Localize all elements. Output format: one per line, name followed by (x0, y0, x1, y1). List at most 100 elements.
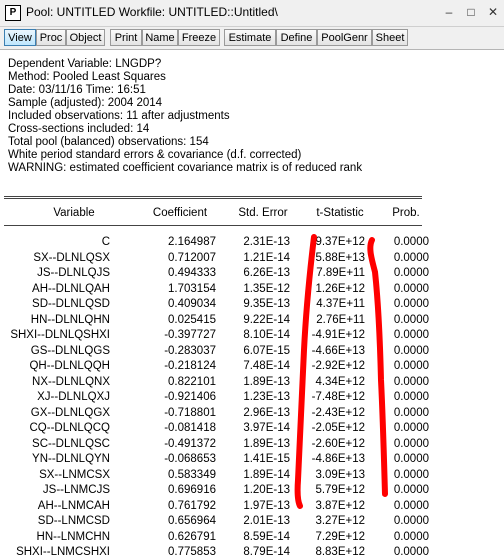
total-pool-line: Total pool (balanced) observations: 154 (8, 136, 209, 148)
t-statistic-cell: 3.27E+12 (315, 515, 365, 527)
minimize-button[interactable]: – (440, 4, 458, 20)
t-statistic-cell: -2.60E+12 (311, 437, 365, 450)
estimation-output[interactable]: Dependent Variable: LNGDP? Method: Poole… (0, 50, 504, 558)
col-header-prob: Prob. (392, 207, 420, 219)
std-error-cell: 2.31E-13 (243, 236, 290, 248)
prob-cell: 0.0000 (393, 313, 429, 326)
t-statistic-cell: -2.43E+12 (311, 406, 365, 419)
prob-cell: 0.0000 (393, 282, 429, 295)
name-button[interactable]: Name (142, 29, 178, 46)
std-error-cell: 2.01E-13 (243, 515, 290, 527)
print-button[interactable]: Print (110, 29, 142, 46)
std-error-cell: 8.79E-14 (243, 546, 290, 558)
coefficient-cell: 0.775853 (168, 546, 216, 558)
std-error-cell: 9.22E-14 (243, 313, 290, 326)
prob-cell: 0.0000 (393, 251, 429, 264)
prob-cell: 0.0000 (393, 422, 429, 434)
coefficient-cell: 0.712007 (168, 251, 216, 264)
coefficient-cell: -0.218124 (164, 360, 216, 372)
variable-cell: XJ--DLNLQXJ (37, 391, 110, 403)
t-statistic-cell: 7.29E+12 (315, 530, 365, 543)
t-statistic-cell: 5.79E+12 (315, 484, 365, 496)
freeze-button[interactable]: Freeze (178, 29, 220, 46)
included-observations-line: Included observations: 11 after adjustme… (8, 110, 230, 122)
std-error-cell: 1.89E-13 (243, 375, 290, 388)
std-error-cell: 1.41E-15 (243, 453, 290, 465)
proc-button[interactable]: Proc (36, 29, 66, 46)
prob-cell: 0.0000 (393, 484, 429, 496)
maximize-button[interactable]: □ (462, 4, 480, 20)
std-error-cell: 1.20E-13 (243, 484, 290, 496)
variable-cell: HN--LNMCHN (36, 530, 110, 543)
std-error-cell: 1.89E-14 (243, 468, 290, 481)
t-statistic-cell: -4.91E+12 (311, 329, 365, 341)
t-statistic-cell: -2.92E+12 (311, 360, 365, 372)
coefficient-cell: 0.696916 (168, 484, 216, 496)
estimate-button[interactable]: Estimate (224, 29, 276, 46)
t-statistic-cell: 3.87E+12 (315, 499, 365, 512)
table-header-rule (4, 225, 422, 226)
table-top-rule (4, 196, 422, 197)
col-header-variable: Variable (53, 207, 95, 219)
variable-cell: SX--DLNLQSX (33, 251, 110, 264)
prob-cell: 0.0000 (393, 499, 429, 512)
t-statistic-cell: -7.48E+12 (311, 391, 365, 403)
t-statistic-cell: 4.37E+11 (316, 298, 365, 310)
t-statistic-cell: 1.26E+12 (315, 282, 365, 295)
variable-cell: AH--LNMCAH (37, 499, 110, 512)
t-statistic-cell: -2.05E+12 (311, 422, 365, 434)
prob-cell: 0.0000 (393, 360, 429, 372)
prob-cell: 0.0000 (393, 468, 429, 481)
std-error-cell: 1.23E-13 (243, 391, 290, 403)
std-error-cell: 1.97E-13 (243, 499, 290, 512)
window-title-bar[interactable]: P Pool: UNTITLED Workfile: UNTITLED::Unt… (0, 0, 504, 27)
red-marker-stroke-right (367, 237, 388, 497)
coefficient-cell: -0.718801 (164, 406, 216, 419)
dependent-variable-line: Dependent Variable: LNGDP? (8, 58, 162, 70)
variable-cell: SX--LNMCSX (39, 468, 110, 481)
prob-cell: 0.0000 (393, 267, 429, 279)
coefficient-cell: 2.164987 (168, 236, 216, 248)
coefficient-cell: -0.068653 (164, 453, 216, 465)
prob-cell: 0.0000 (393, 437, 429, 450)
standard-errors-line: White period standard errors & covarianc… (8, 149, 302, 161)
sheet-button[interactable]: Sheet (372, 29, 408, 46)
t-statistic-cell: 7.89E+11 (316, 267, 365, 279)
view-button[interactable]: View (4, 29, 36, 46)
t-statistic-cell: 8.83E+12 (315, 546, 365, 558)
coefficient-cell: 0.583349 (168, 468, 216, 481)
close-button[interactable]: ✕ (484, 4, 502, 20)
object-button[interactable]: Object (66, 29, 105, 46)
warning-line: WARNING: estimated coefficient covarianc… (8, 162, 363, 174)
variable-cell: JS--DLNLQJS (37, 267, 110, 279)
variable-cell: SHXI--DLNLQSHXI (10, 329, 110, 341)
prob-cell: 0.0000 (393, 329, 429, 341)
coefficient-cell: -0.921406 (164, 391, 216, 403)
t-statistic-cell: 3.09E+13 (315, 468, 365, 481)
std-error-cell: 8.59E-14 (243, 530, 290, 543)
define-button[interactable]: Define (276, 29, 317, 46)
variable-cell: AH--DLNLQAH (32, 282, 110, 295)
variable-cell: QH--DLNLQQH (29, 360, 110, 372)
coefficient-cell: -0.491372 (164, 437, 216, 450)
col-header-coefficient: Coefficient (152, 207, 208, 219)
std-error-cell: 1.35E-12 (243, 282, 290, 295)
cross-sections-line: Cross-sections included: 14 (8, 123, 150, 135)
prob-cell: 0.0000 (393, 344, 429, 357)
std-error-cell: 3.97E-14 (243, 422, 290, 434)
coefficient-cell: -0.081418 (164, 422, 216, 434)
prob-cell: 0.0000 (393, 298, 429, 310)
date-line: Date: 03/11/16 Time: 16:51 (8, 84, 146, 96)
variable-cell: SD--LNMCSD (37, 515, 110, 527)
coefficient-cell: 0.822101 (168, 375, 216, 388)
variable-cell: CQ--DLNLQCQ (29, 422, 110, 434)
prob-cell: 0.0000 (393, 236, 429, 248)
poolgenr-button[interactable]: PoolGenr (317, 29, 372, 46)
t-statistic-cell: 4.34E+12 (315, 375, 365, 388)
prob-cell: 0.0000 (393, 406, 429, 419)
coefficient-cell: 0.409034 (168, 298, 216, 310)
method-line: Method: Pooled Least Squares (8, 71, 166, 83)
t-statistic-cell: 9.37E+12 (315, 236, 365, 248)
t-statistic-cell: -4.66E+13 (311, 344, 365, 357)
variable-cell: NX--DLNLQNX (32, 375, 110, 388)
